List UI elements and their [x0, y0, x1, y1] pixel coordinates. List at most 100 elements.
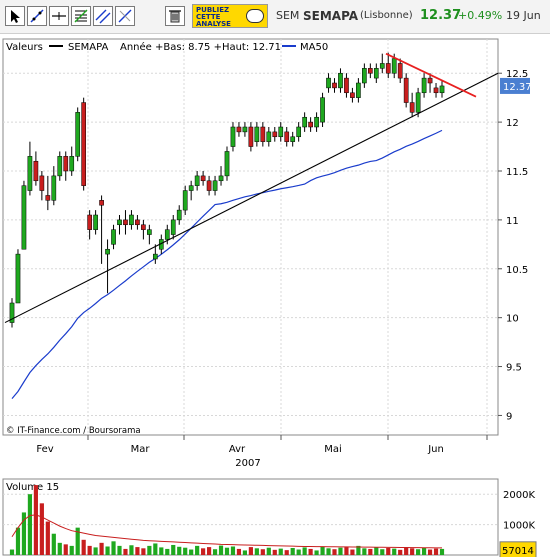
candle-body [99, 200, 104, 206]
volume-bar [230, 546, 236, 555]
volume-bar [320, 546, 325, 555]
volume-axis-labels: 2000K 1000K 57014 [499, 490, 537, 557]
volume-bar [117, 545, 122, 555]
volume-bar [33, 485, 38, 555]
trendline-icon [30, 9, 44, 23]
year-label: 2007 [235, 458, 260, 469]
candle-body [21, 185, 27, 250]
x-tick-label: Avr [229, 444, 246, 455]
parallel-lines-tool-button[interactable] [93, 6, 113, 26]
candle-body [105, 248, 110, 255]
diagonal-line-tool-button[interactable] [115, 6, 135, 26]
price-change: +0.49% [458, 9, 503, 22]
candle-body [338, 72, 343, 89]
volume-bar [427, 549, 433, 555]
volume-bar [206, 547, 212, 555]
volume-bar [39, 503, 44, 555]
candle-body [206, 180, 212, 191]
volume-bar [99, 542, 104, 555]
volume-bar [410, 548, 415, 555]
legend-info: Année +Bas: 8.75 +Haut: 12.71 [120, 41, 281, 53]
candle-body [117, 219, 122, 226]
legend-ma-name: MA50 [300, 42, 328, 53]
volume-bar [374, 547, 379, 555]
volume-bar [344, 547, 349, 555]
volume-bar [433, 548, 439, 555]
volume-tag-label: 57014 [502, 546, 534, 557]
candle-body [362, 68, 367, 84]
volume-label: Volume 15 [6, 482, 59, 493]
market-code: SEM [276, 9, 300, 22]
volume-bar [105, 546, 110, 555]
volume-bar [224, 547, 230, 555]
fibonacci-tool-button[interactable] [71, 6, 91, 26]
publish-analysis-button[interactable]: PUBLIEZ CETTE ANALYSE [192, 4, 268, 28]
volume-bar [93, 547, 98, 555]
volume-bar [260, 549, 265, 555]
volume-bar [135, 547, 140, 555]
volume-bar [242, 550, 248, 555]
candle-body [236, 126, 242, 133]
y-tick-label: 10.5 [506, 265, 528, 276]
candle-body [320, 97, 325, 123]
volume-tick-label: 1000K [503, 521, 535, 532]
candle-body [111, 229, 116, 245]
volume-bar [380, 549, 385, 555]
volume-bar [350, 549, 355, 555]
diagonal-line-icon [118, 9, 132, 23]
candle-body [302, 116, 307, 128]
y-tick-label: 10 [506, 314, 519, 325]
price-tag-label: 12.37 [503, 82, 532, 93]
volume-bar [266, 547, 271, 555]
parallel-lines-icon [95, 9, 111, 24]
trash-icon [169, 10, 181, 23]
volume-bar [189, 549, 194, 555]
candle-body [164, 229, 170, 240]
volume-bar [386, 548, 391, 555]
candle-body [182, 190, 188, 211]
candle-body [194, 175, 200, 186]
candle-body [230, 126, 236, 147]
volume-bar [183, 547, 188, 555]
candle-body [254, 126, 260, 142]
publish-label: PUBLIEZ CETTE ANALYSE [196, 6, 231, 28]
candle-body [188, 185, 194, 191]
candle-body [123, 219, 128, 226]
volume-bar [248, 547, 253, 555]
candle-body [308, 121, 313, 128]
horizontal-line-tool-button[interactable] [49, 6, 69, 26]
volume-bar [212, 549, 218, 555]
candle-body [278, 126, 284, 138]
candle-body [296, 126, 302, 138]
candle-body [242, 126, 248, 133]
candle-body [33, 160, 39, 182]
candle-body [147, 229, 152, 235]
volume-bar [421, 547, 427, 555]
y-tick-label: 11.5 [506, 167, 528, 178]
legend-label: Valeurs [6, 42, 43, 53]
volume-bar [201, 548, 206, 555]
volume-bar [27, 494, 33, 555]
candle-body [373, 68, 379, 79]
candle-body [266, 131, 272, 142]
volume-bar [87, 545, 92, 555]
y-axis-labels: 99.51010.51111.51212.5 [498, 69, 528, 422]
candle-body [141, 224, 146, 230]
volume-bar [326, 548, 331, 555]
volume-bar [147, 545, 152, 555]
trendline-tool-button[interactable] [27, 6, 47, 26]
volume-bar [332, 549, 337, 555]
candle-body [39, 175, 45, 191]
candle-body [218, 175, 224, 182]
candle-body [152, 253, 158, 260]
volume-bar [368, 548, 373, 555]
candle-body [81, 102, 87, 186]
candle-body [403, 77, 409, 103]
candle-body [379, 63, 385, 69]
pointer-tool-button[interactable] [5, 6, 25, 26]
candle-body [284, 131, 290, 142]
price-panel [2, 38, 499, 436]
volume-bar [338, 547, 343, 555]
volume-bar [177, 546, 182, 555]
delete-drawing-button[interactable] [165, 6, 185, 26]
